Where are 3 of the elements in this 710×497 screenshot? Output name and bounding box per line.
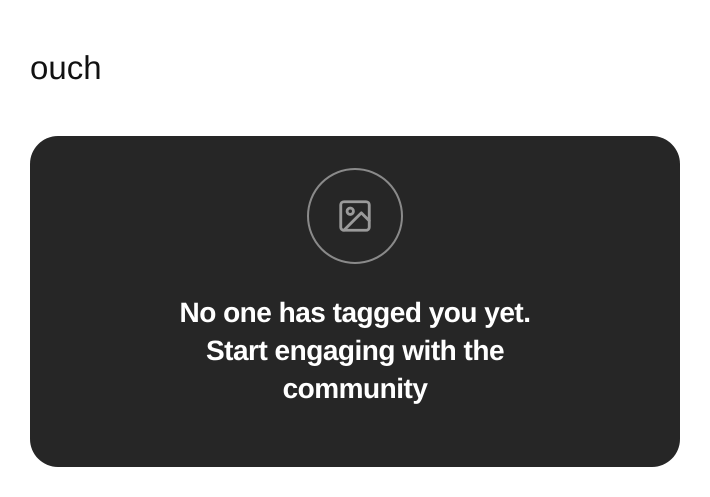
image-icon [307,168,403,264]
empty-message: No one has tagged you yet. Start engaging with the community [178,296,532,406]
caption: ouch [30,48,102,88]
